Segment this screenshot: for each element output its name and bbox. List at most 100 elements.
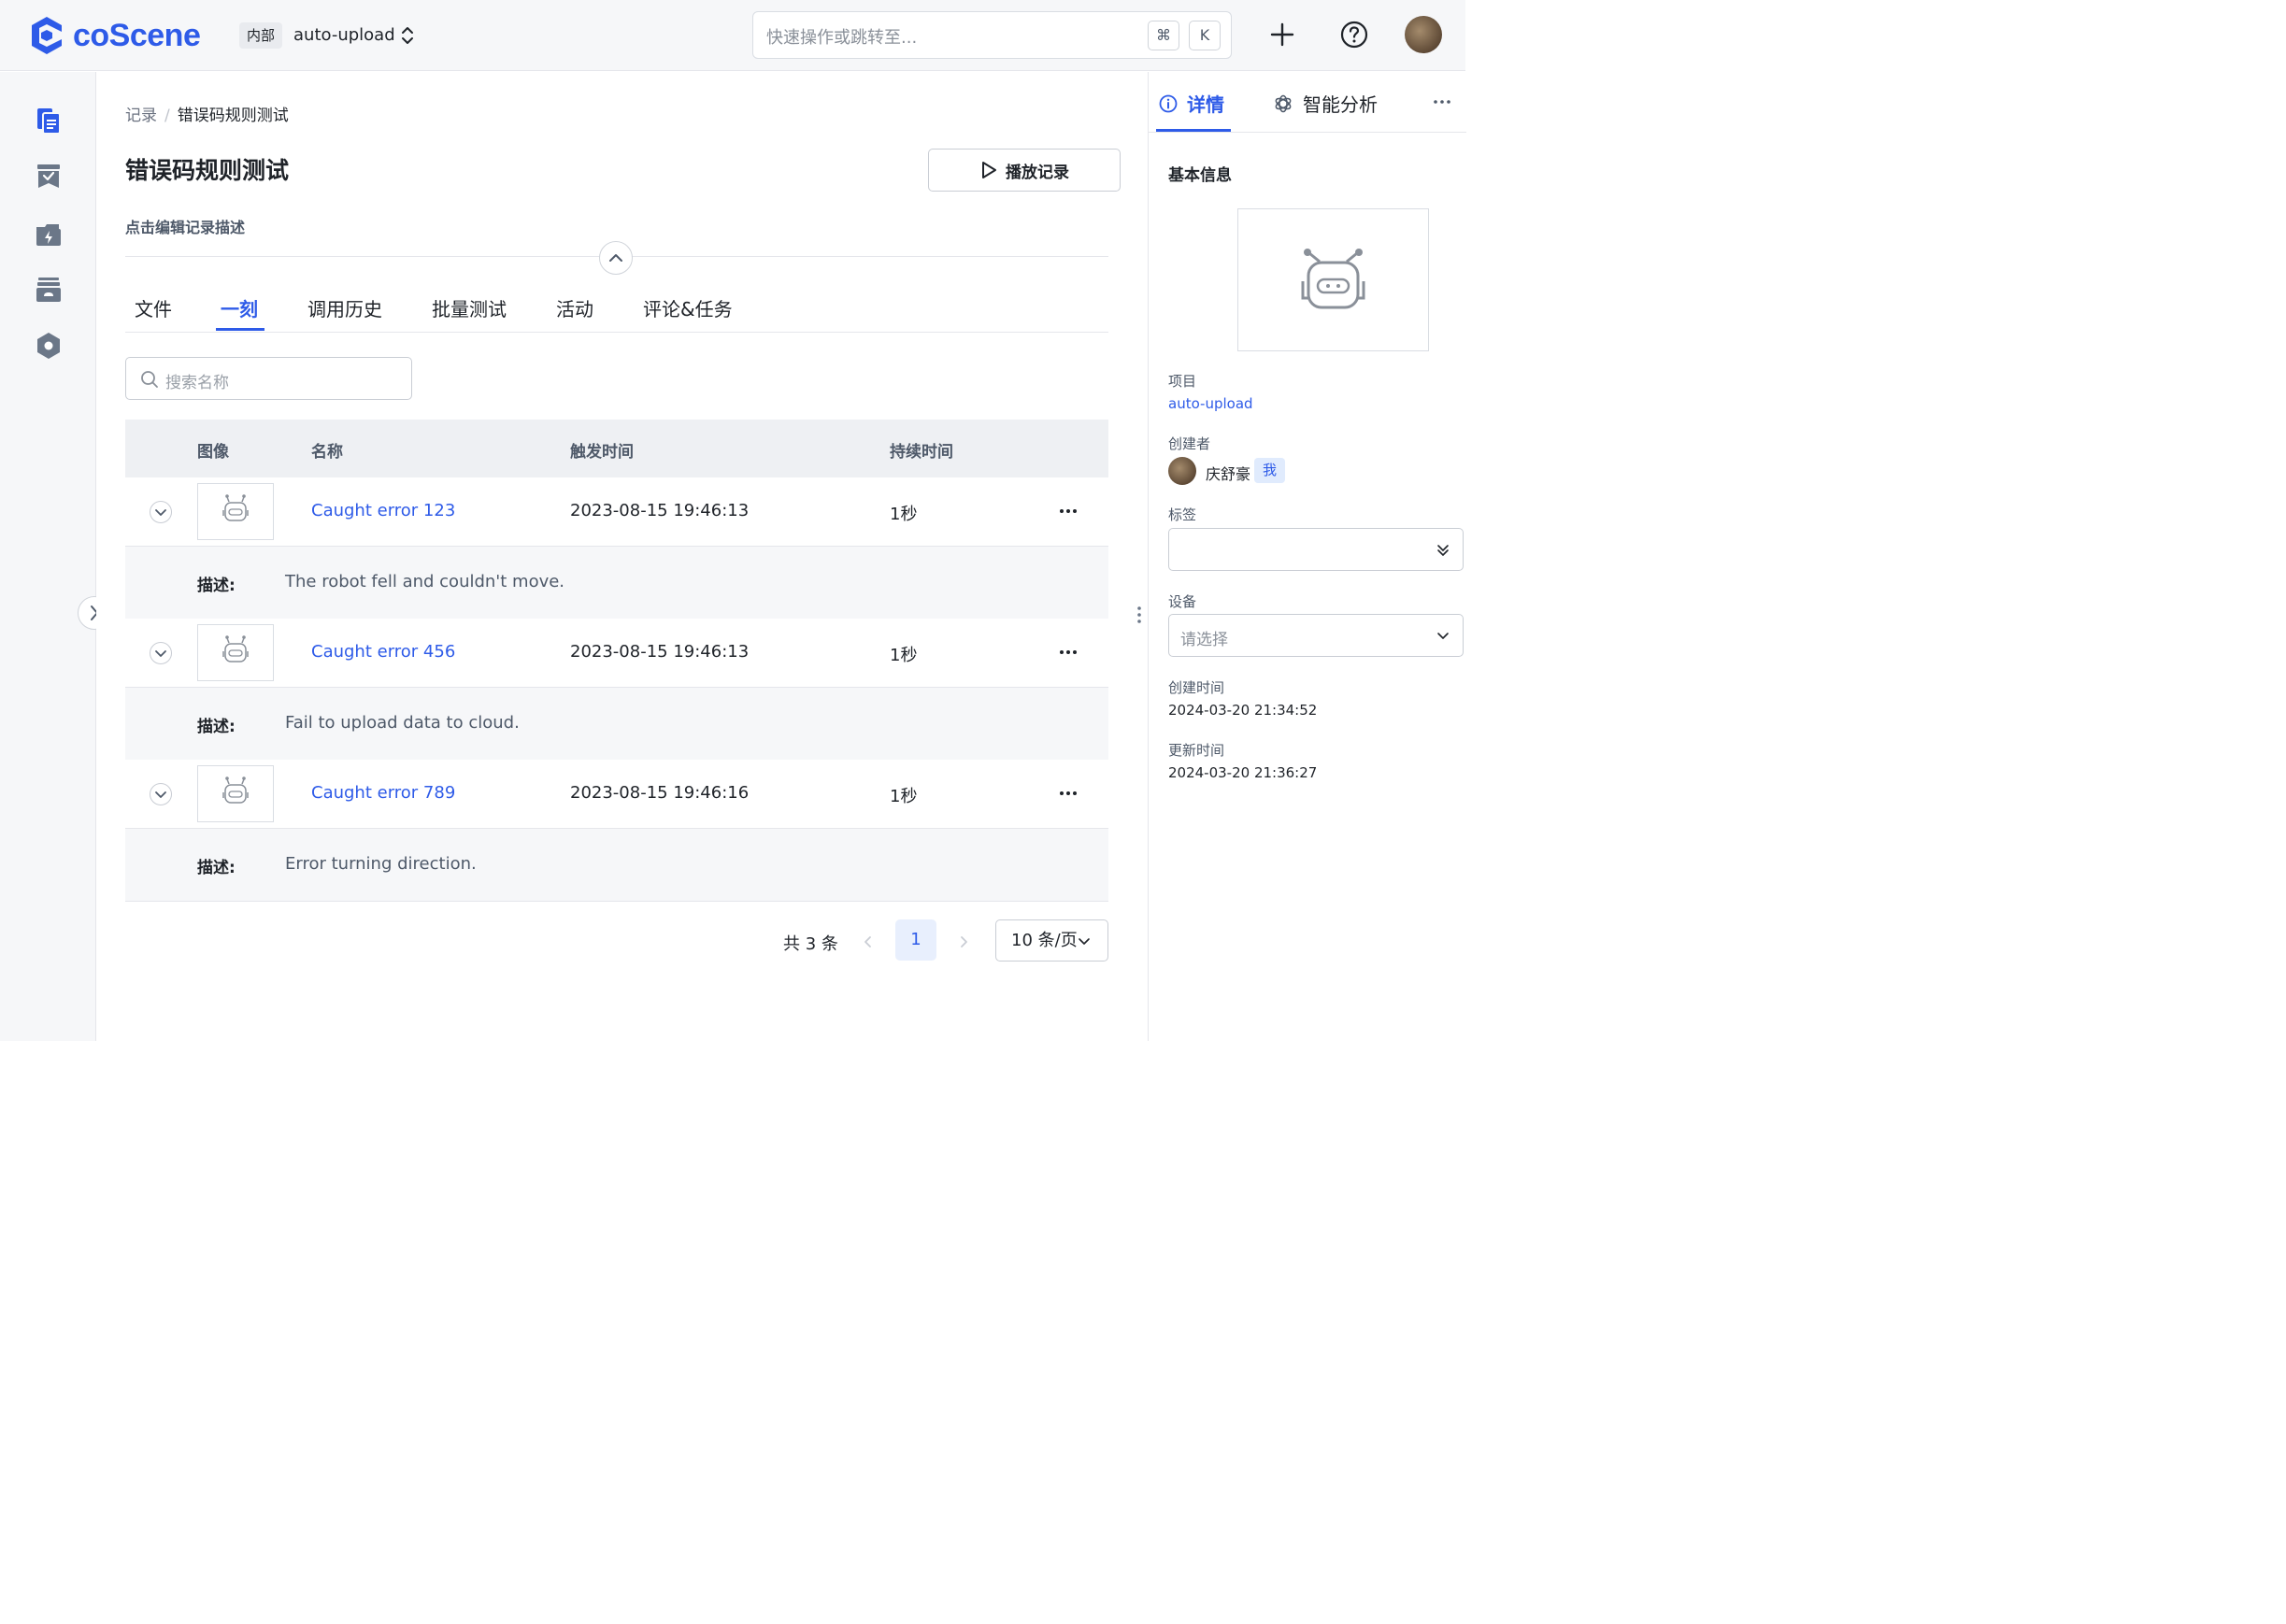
chevron-up-down-icon[interactable] — [398, 24, 417, 47]
settings-hex-icon[interactable] — [34, 331, 64, 361]
main-content: 记录 / 错误码规则测试 错误码规则测试 播放记录 点击编辑记录描述 文件 一刻 调… — [96, 72, 1147, 1041]
next-page-icon[interactable] — [954, 932, 973, 952]
breadcrumb-current: 错误码规则测试 — [177, 107, 289, 125]
moment-name-link[interactable]: Caught error 789 — [311, 783, 455, 803]
robot-placeholder-icon — [222, 776, 249, 804]
user-avatar[interactable] — [1405, 16, 1442, 53]
column-header-duration[interactable]: 持续时间 — [890, 438, 953, 462]
moment-thumbnail — [197, 483, 274, 540]
play-icon — [982, 162, 996, 178]
tab-ai-analysis[interactable]: 智能分析 — [1273, 90, 1378, 117]
tags-select[interactable] — [1168, 528, 1464, 571]
records-icon[interactable] — [34, 106, 64, 135]
description-label: 描述: — [197, 718, 236, 736]
moment-description-row: 描述: Fail to upload data to cloud. — [125, 688, 1108, 761]
global-search-input[interactable]: 快速操作或跳转至... ⌘ K — [752, 11, 1232, 59]
moment-duration: 1秒 — [890, 787, 918, 806]
chevron-down-icon — [155, 509, 166, 516]
column-header-image: 图像 — [197, 443, 229, 462]
tab-ai-analysis-label: 智能分析 — [1303, 93, 1378, 116]
tab-activity[interactable]: 活动 — [556, 294, 593, 321]
me-badge: 我 — [1254, 458, 1285, 483]
more-actions-icon[interactable] — [1058, 643, 1079, 662]
moment-duration: 1秒 — [890, 646, 918, 665]
pagination-page-1[interactable]: 1 — [895, 919, 936, 961]
tab-call-history[interactable]: 调用历史 — [307, 294, 382, 321]
tab-details-label: 详情 — [1187, 93, 1224, 116]
details-panel: 详情 智能分析 基本信息 项目 auto-upload 创建者 庆舒豪 我 标签… — [1148, 72, 1466, 1041]
page-size-value: 10 条/页 — [1011, 931, 1078, 950]
active-panel-tab-indicator — [1156, 129, 1231, 132]
record-description-edit[interactable]: 点击编辑记录描述 — [125, 215, 245, 237]
table-row[interactable]: Caught error 456 2023-08-15 19:46:13 1秒 — [125, 619, 1108, 688]
moment-description: The robot fell and couldn't move. — [285, 572, 565, 591]
basic-info-title: 基本信息 — [1168, 166, 1232, 185]
moment-description-row: 描述: The robot fell and couldn't move. — [125, 547, 1108, 620]
left-nav-rail — [0, 72, 96, 1041]
coscene-logo-icon — [32, 17, 62, 54]
tab-files[interactable]: 文件 — [135, 294, 172, 321]
moment-description-row: 描述: Error turning direction. — [125, 829, 1108, 902]
moment-trigger-time: 2023-08-15 19:46:13 — [570, 642, 750, 662]
moment-trigger-time: 2023-08-15 19:46:16 — [570, 783, 750, 803]
tab-moments[interactable]: 一刻 — [221, 294, 258, 321]
moment-description: Error turning direction. — [285, 854, 477, 874]
tags-field-label: 标签 — [1168, 506, 1197, 523]
table-header: 图像 名称 触发时间 持续时间 — [125, 420, 1108, 477]
created-time-value: 2024-03-20 21:34:52 — [1168, 702, 1318, 719]
storage-icon[interactable] — [34, 275, 64, 305]
logo-text: coScene — [73, 17, 201, 53]
play-record-label: 播放记录 — [1006, 163, 1069, 182]
tasks-icon[interactable] — [34, 162, 64, 192]
creator-field-label: 创建者 — [1168, 435, 1211, 452]
row-expand-toggle[interactable] — [150, 783, 172, 805]
chevron-down-icon — [1437, 633, 1449, 639]
tab-batch-test[interactable]: 批量测试 — [432, 294, 507, 321]
k-key-hint: K — [1189, 21, 1221, 50]
moment-name-link[interactable]: Caught error 123 — [311, 501, 455, 520]
plus-icon[interactable] — [1266, 19, 1298, 50]
robot-placeholder-icon — [222, 635, 249, 662]
coscene-logo[interactable]: coScene — [28, 15, 201, 56]
page-title[interactable]: 错误码规则测试 — [125, 152, 289, 186]
more-options-icon[interactable] — [1429, 93, 1455, 111]
top-bar: coScene 内部 auto-upload 快速操作或跳转至... ⌘ K — [0, 0, 1465, 71]
moment-thumbnail — [197, 765, 274, 822]
creator-avatar — [1168, 457, 1196, 485]
collapse-header-button[interactable] — [599, 241, 633, 275]
description-label: 描述: — [197, 859, 236, 877]
moment-name-link[interactable]: Caught error 456 — [311, 642, 455, 662]
active-tab-indicator — [216, 328, 264, 331]
breadcrumb-records-link[interactable]: 记录 — [125, 107, 157, 125]
updated-time-label: 更新时间 — [1168, 742, 1225, 759]
record-cover-image[interactable] — [1237, 208, 1429, 351]
actions-icon[interactable] — [34, 219, 64, 249]
project-field-link[interactable]: auto-upload — [1168, 395, 1253, 412]
moment-duration: 1秒 — [890, 505, 918, 524]
moment-search-input[interactable]: 搜索名称 — [125, 357, 412, 400]
column-header-name[interactable]: 名称 — [311, 438, 343, 462]
project-name[interactable]: auto-upload — [293, 22, 395, 49]
details-panel-tabs: 详情 智能分析 — [1149, 72, 1466, 133]
panel-resize-handle[interactable] — [1136, 605, 1143, 624]
table-row[interactable]: Caught error 123 2023-08-15 19:46:13 1秒 — [125, 477, 1108, 547]
page-size-select[interactable]: 10 条/页 — [995, 919, 1108, 962]
column-header-trigger-time[interactable]: 触发时间 — [570, 438, 634, 462]
help-icon[interactable] — [1338, 19, 1370, 50]
more-actions-icon[interactable] — [1058, 784, 1079, 803]
row-expand-toggle[interactable] — [150, 642, 172, 664]
row-expand-toggle[interactable] — [150, 501, 172, 523]
device-select[interactable]: 请选择 — [1168, 614, 1464, 657]
device-field-label: 设备 — [1168, 593, 1197, 610]
tab-details[interactable]: 详情 — [1159, 90, 1224, 117]
device-select-placeholder: 请选择 — [1180, 631, 1228, 649]
table-row[interactable]: Caught error 789 2023-08-15 19:46:16 1秒 — [125, 760, 1108, 829]
more-actions-icon[interactable] — [1058, 502, 1079, 520]
double-chevron-down-icon — [1437, 545, 1449, 556]
search-icon — [141, 371, 158, 388]
play-record-button[interactable]: 播放记录 — [928, 149, 1121, 192]
robot-placeholder-icon — [222, 494, 249, 521]
chevron-up-icon — [609, 254, 622, 262]
tab-comments-tasks[interactable]: 评论&任务 — [643, 294, 733, 321]
prev-page-icon[interactable] — [859, 932, 878, 952]
